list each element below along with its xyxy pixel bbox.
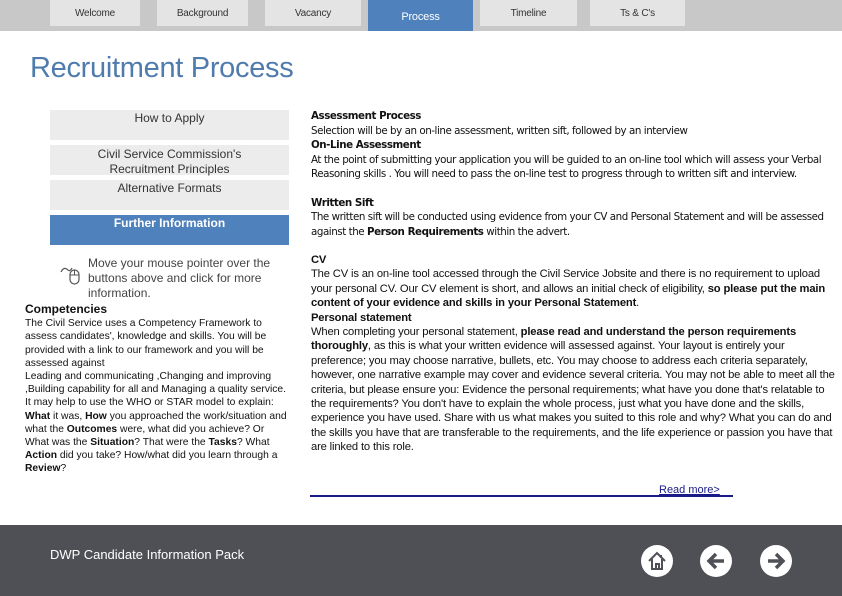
paragraph: The written sift will be conducted using… [311,210,836,239]
bold-text: Personal statement [311,311,412,324]
text: It may help to use the WHO or STAR model… [25,397,274,409]
mouse-icon [60,267,80,285]
tab-ts-and-cs[interactable]: Ts & C's [590,0,685,26]
home-icon [648,551,666,570]
home-button[interactable] [641,545,673,577]
bold-text: Review [25,463,61,475]
bold-text: On-Line Assessment [311,139,421,151]
text: At the point of submitting your applicat… [311,153,822,181]
tab-timeline[interactable]: Timeline [480,0,577,26]
paragraph: Selection will be by an on-line assessme… [311,124,836,139]
text: When completing your personal statement, [311,326,521,339]
paragraph: When completing your personal statement,… [311,325,839,455]
paragraph: Written Sift [311,196,836,211]
assessment-section: Assessment Process Selection will be by a… [311,109,836,239]
paragraph: The Civil Service uses a Competency Fram… [25,317,287,370]
bold-text: Assessment Process [311,110,421,122]
paragraph: Leading and communicating ,Changing and … [25,370,287,396]
arrow-left-icon [706,552,724,570]
bold-text: How [85,410,107,422]
top-navigation-bar: Welcome Background Vacancy Process Timel… [0,0,842,31]
text: , as this is what your written evidence … [311,340,835,454]
back-button[interactable] [700,545,732,577]
alternative-formats-button[interactable]: Alternative Formats [50,180,289,210]
paragraph: On-Line Assessment [311,138,836,153]
arrow-right-icon [768,552,786,570]
tab-welcome[interactable]: Welcome [50,0,140,26]
text: ? [60,463,67,475]
paragraph: Assessment Process [311,109,836,124]
paragraph: Competencies [25,302,287,317]
paragraph: At the point of submitting your applicat… [311,153,836,182]
tab-process[interactable]: Process [368,0,473,31]
footer: DWP Candidate Information Pack [0,525,842,596]
footer-title: DWP Candidate Information Pack [50,547,245,562]
text: within the advert. [483,225,570,238]
how-to-apply-button[interactable]: How to Apply [50,110,289,140]
paragraph: Personal statement [311,311,839,325]
tab-vacancy[interactable]: Vacancy [265,0,361,26]
page-title: Recruitment Process [30,52,294,84]
further-information-button[interactable]: Further Information [50,215,289,245]
forward-button[interactable] [760,545,792,577]
bold-text: Outcomes [66,423,118,435]
bold-text: What [25,410,51,422]
cv-section: CV The CV is an on-line tool accessed thr… [311,253,839,455]
bold-text: Written Sift [311,196,374,209]
read-more-link[interactable]: Read more> [659,484,720,496]
section-heading: Competencies [25,302,108,316]
paragraph: It may help to use the WHO or STAR model… [25,396,287,409]
tab-background[interactable]: Background [157,0,248,26]
text: Leading and communicating ,Changing and … [25,371,287,396]
hint-text: Move your mouse pointer over the buttons… [88,256,271,300]
competencies-section: Competencies The Civil Service uses a Com… [25,302,287,476]
text: . [636,297,640,310]
text: did you take? How/what did you learn thr… [57,450,278,462]
bold-text: Situation [90,437,135,449]
paragraph: CV [311,253,839,267]
bold-text: Person Requirements [367,225,484,238]
text: it was, [50,410,86,422]
bold-text: CV [311,254,327,266]
text: ? What [236,437,270,449]
text: ? That were the [134,437,209,449]
paragraph: The CV is an on-line tool accessed throu… [311,267,839,310]
bold-text: Action [25,450,58,462]
recruitment-principles-button[interactable]: Civil Service Commission's Recruitment P… [50,145,289,176]
paragraph: What it was, How you approached the work… [25,410,287,476]
bold-text: Tasks [208,437,237,449]
text: The Civil Service uses a Competency Fram… [25,318,267,369]
text: Selection will be by an on-line assessme… [311,124,688,137]
